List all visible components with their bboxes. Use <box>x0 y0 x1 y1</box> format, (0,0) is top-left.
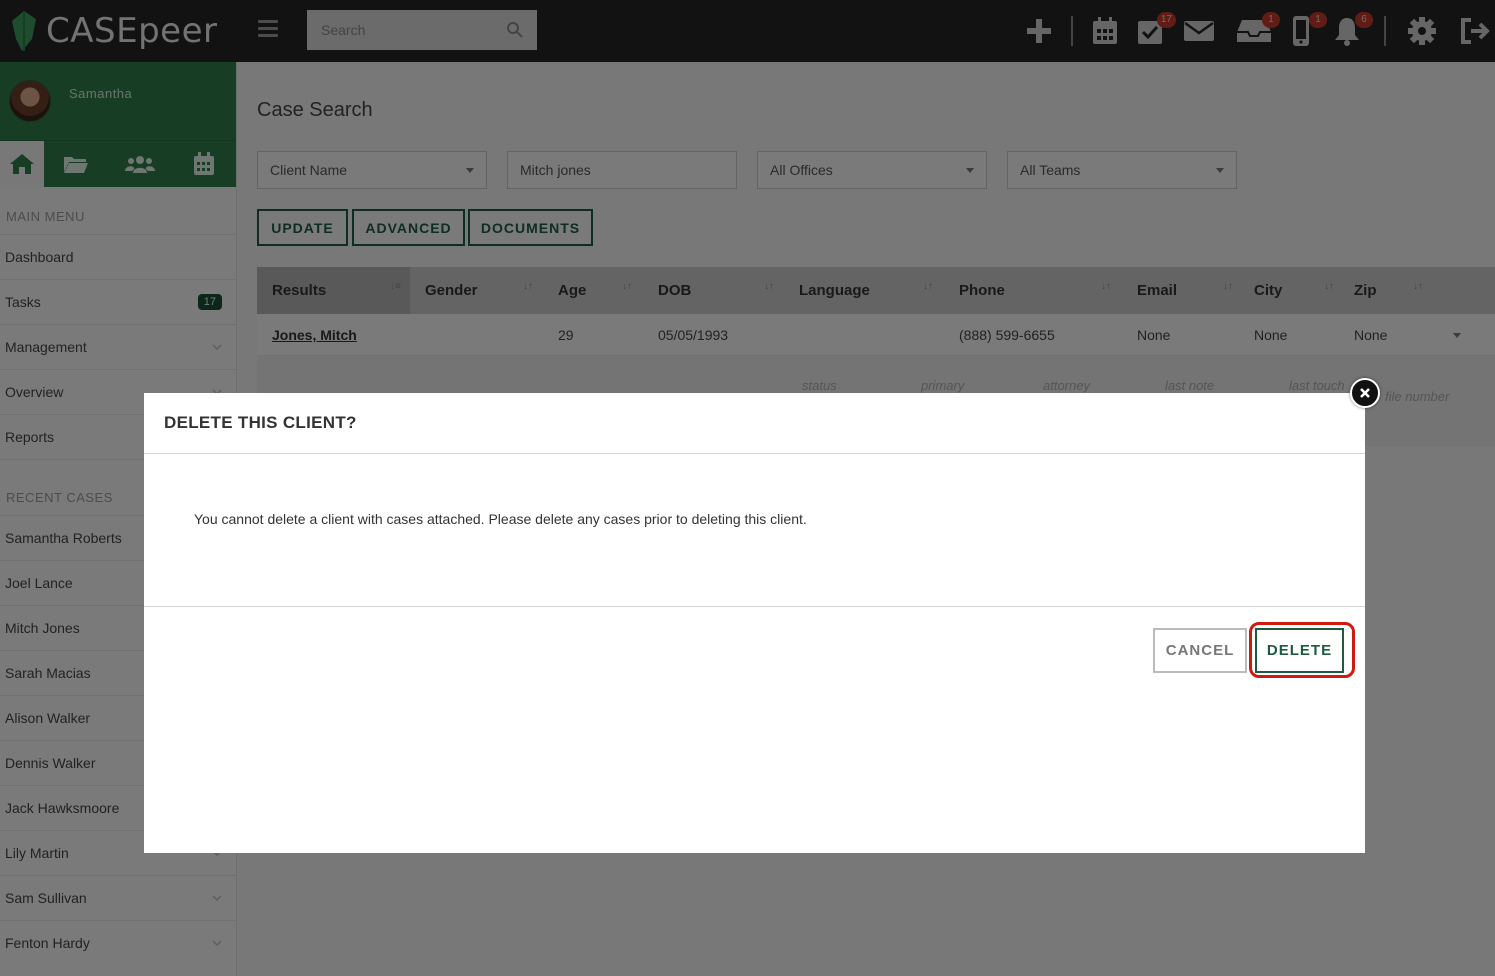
delete-button[interactable]: DELETE <box>1255 628 1344 673</box>
dialog-title: DELETE THIS CLIENT? <box>144 393 1365 454</box>
dialog-message: You cannot delete a client with cases at… <box>144 454 1365 607</box>
dialog-message-text: You cannot delete a client with cases at… <box>194 511 807 527</box>
close-dialog-button[interactable] <box>1350 378 1380 408</box>
delete-client-dialog: DELETE THIS CLIENT? You cannot delete a … <box>144 393 1365 853</box>
close-icon <box>1360 388 1370 398</box>
cancel-button[interactable]: CANCEL <box>1153 628 1247 673</box>
